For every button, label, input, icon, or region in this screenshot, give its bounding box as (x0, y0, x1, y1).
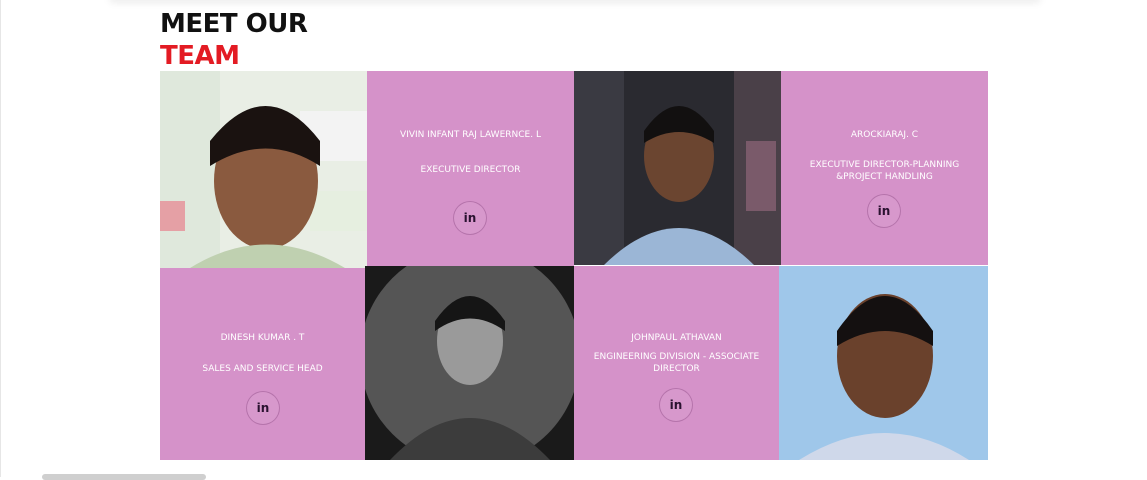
team-card-2: AROCKIARAJ. C EXECUTIVE DIRECTOR-PLANNIN… (781, 71, 988, 265)
section-title-line2: TEAM (160, 41, 240, 71)
team-card-1: VIVIN INFANT RAJ LAWERNCE. L EXECUTIVE D… (367, 71, 574, 268)
member-name: JOHNPAUL ATHAVAN (631, 333, 722, 343)
page-edge (0, 0, 1, 477)
linkedin-icon: in (256, 401, 270, 415)
team-card-4: JOHNPAUL ATHAVAN ENGINEERING DIVISION - … (574, 266, 779, 460)
linkedin-icon: in (463, 211, 477, 225)
linkedin-icon: in (877, 204, 891, 218)
horizontal-scrollbar[interactable] (42, 474, 206, 480)
section-title-line1: MEET OUR (160, 9, 308, 39)
member-name: DINESH KUMAR . T (220, 333, 305, 343)
team-photo-2 (574, 71, 781, 265)
team-card-3: DINESH KUMAR . T SALES AND SERVICE HEAD … (160, 268, 365, 460)
member-role: ENGINEERING DIVISION - ASSOCIATE DIRECTO… (593, 352, 760, 374)
member-role: SALES AND SERVICE HEAD (202, 364, 323, 374)
linkedin-button[interactable]: in (246, 391, 280, 425)
section-title: MEET OUR TEAM (160, 8, 308, 72)
member-name: AROCKIARAJ. C (850, 130, 919, 140)
linkedin-icon: in (669, 398, 683, 412)
team-photo-1 (160, 71, 367, 268)
team-photo-4 (779, 266, 988, 460)
member-role: EXECUTIVE DIRECTOR (420, 165, 521, 175)
member-name: VIVIN INFANT RAJ LAWERNCE. L (400, 130, 541, 140)
linkedin-button[interactable]: in (453, 201, 487, 235)
linkedin-button[interactable]: in (867, 194, 901, 228)
member-role: EXECUTIVE DIRECTOR-PLANNING &PROJECT HAN… (809, 160, 960, 182)
team-photo-3 (365, 266, 574, 460)
linkedin-button[interactable]: in (659, 388, 693, 422)
